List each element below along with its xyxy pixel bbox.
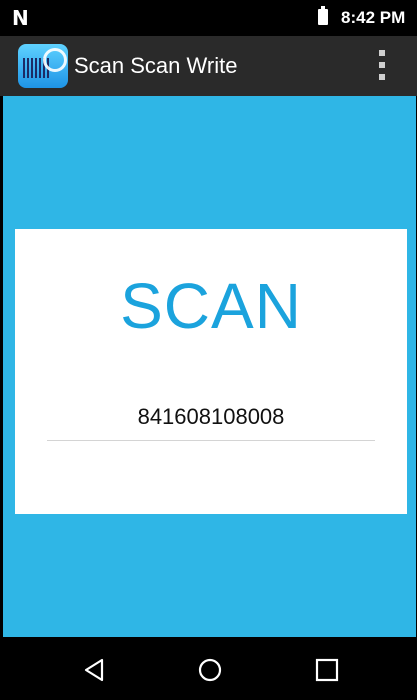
status-bar: N 8:42 PM [0,0,417,36]
scan-card: SCAN [15,229,407,514]
barcode-input[interactable] [47,394,375,441]
status-time: 8:42 PM [341,8,406,27]
battery-icon [318,6,328,25]
scan-title: SCAN [120,270,302,342]
back-icon[interactable] [82,657,108,683]
phone-screen: N 8:42 PM Scan Scan Write SCAN [0,0,417,700]
notification-n-icon: N [12,6,29,30]
overflow-menu-icon[interactable] [372,50,392,82]
app-title: Scan Scan Write [74,53,238,78]
recents-icon[interactable] [314,657,340,683]
home-icon[interactable] [197,657,223,683]
app-bar: Scan Scan Write [0,36,417,96]
barcode-app-icon [18,44,68,88]
scan-ring [43,48,67,72]
navigation-bar [0,637,417,700]
main-content: SCAN [3,96,416,637]
